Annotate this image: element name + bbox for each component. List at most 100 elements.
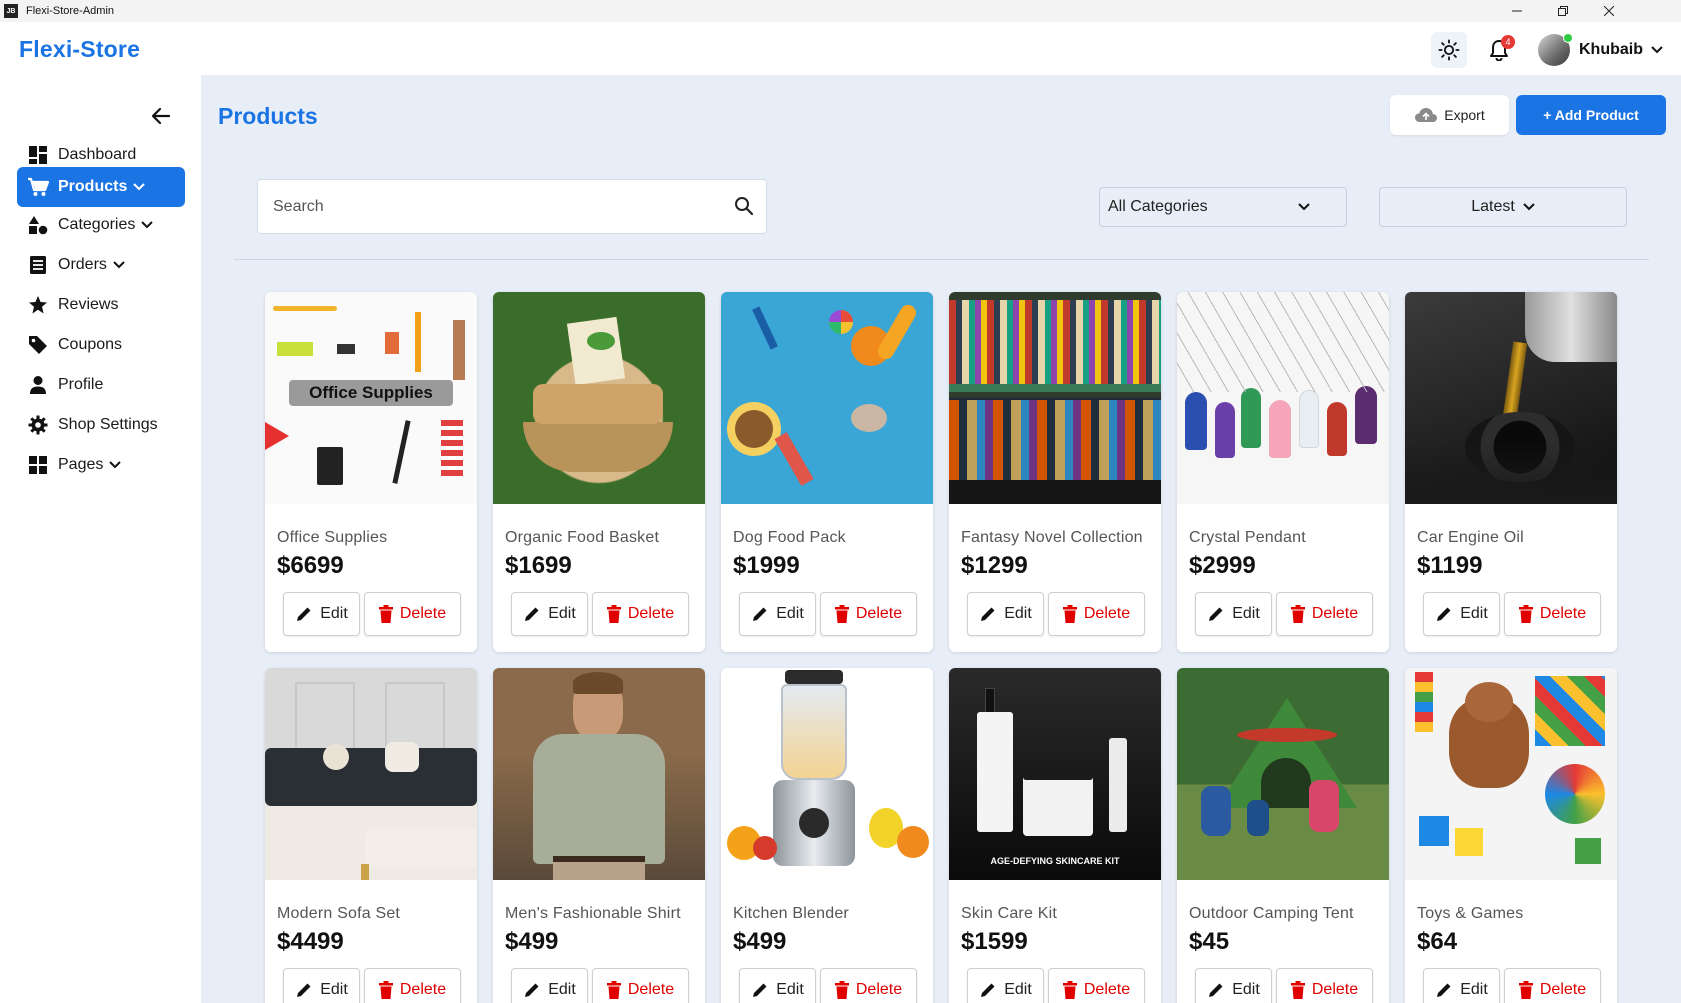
theme-toggle-button[interactable] [1431,32,1467,68]
delete-button[interactable]: Delete [592,592,689,636]
delete-label: Delete [1083,605,1131,622]
edit-label: Edit [320,981,348,998]
product-image[interactable] [721,292,933,504]
product-image[interactable] [721,668,933,880]
delete-button[interactable]: Delete [1276,968,1373,1003]
sort-select[interactable]: Latest [1379,187,1627,227]
delete-button[interactable]: Delete [820,592,917,636]
edit-button[interactable]: Edit [1195,592,1272,636]
sun-icon [1438,39,1460,61]
brand-logo[interactable]: Flexi-Store [19,36,140,63]
product-image[interactable] [493,668,705,880]
sidebar-item-shop-settings[interactable]: Shop Settings [17,405,185,445]
product-price: $499 [505,928,559,955]
sidebar-item-orders[interactable]: Orders [17,245,185,285]
search-input[interactable] [258,197,718,216]
add-product-button[interactable]: + Add Product [1516,95,1666,135]
chevron-down-icon [141,221,154,229]
product-image[interactable]: AGE-DEFYING SKINCARE KIT [949,668,1161,880]
edit-button[interactable]: Edit [739,968,816,1003]
edit-button[interactable]: Edit [511,968,588,1003]
close-button[interactable] [1586,0,1632,22]
pencil-icon [979,981,997,999]
delete-button[interactable]: Delete [1276,592,1373,636]
product-price: $4499 [277,928,344,955]
edit-button[interactable]: Edit [739,592,816,636]
pencil-icon [1435,605,1453,623]
delete-button[interactable]: Delete [592,968,689,1003]
maximize-button[interactable] [1540,0,1586,22]
sidebar-item-profile[interactable]: Profile [17,365,185,405]
product-image[interactable] [949,292,1161,504]
main-content: Products Export + Add Product All Catego… [201,75,1681,1003]
product-name: Skin Care Kit [961,905,1057,922]
edit-button[interactable]: Edit [283,592,360,636]
edit-button[interactable]: Edit [967,592,1044,636]
notification-badge: 4 [1501,35,1515,49]
edit-label: Edit [776,605,804,622]
product-name: Office Supplies [277,529,388,546]
delete-button[interactable]: Delete [820,968,917,1003]
product-name: Car Engine Oil [1417,529,1524,546]
delete-button[interactable]: Delete [1504,968,1601,1003]
product-name: Modern Sofa Set [277,905,401,922]
collapse-sidebar-button[interactable] [148,103,174,129]
product-image[interactable] [1177,668,1389,880]
delete-button[interactable]: Delete [1504,592,1601,636]
product-image[interactable]: Office Supplies [265,292,477,504]
dashboard-icon [27,144,49,166]
search-icon[interactable] [734,196,754,221]
trash-icon [606,605,621,623]
chevron-down-icon [1298,203,1310,211]
product-image[interactable] [493,292,705,504]
divider [234,259,1649,260]
product-card: Organic Food Basket $1699 Edit Delete [493,292,705,652]
delete-button[interactable]: Delete [364,592,461,636]
edit-button[interactable]: Edit [967,968,1044,1003]
trash-icon [378,981,393,999]
sidebar-item-label: Pages [58,456,104,473]
pencil-icon [523,981,541,999]
pencil-icon [1207,605,1225,623]
avatar [1538,33,1573,66]
category-filter-select[interactable]: All Categories [1099,187,1347,227]
star-icon [27,294,49,316]
edit-label: Edit [548,981,576,998]
product-image[interactable] [1405,292,1617,504]
user-menu[interactable]: Khubaib [1538,32,1663,68]
product-image[interactable] [1177,292,1389,504]
cloud-upload-icon [1414,107,1438,123]
edit-button[interactable]: Edit [283,968,360,1003]
product-image[interactable] [265,668,477,880]
window-titlebar: JB Flexi-Store-Admin [0,0,1681,22]
delete-label: Delete [1311,605,1359,622]
sidebar-item-coupons[interactable]: Coupons [17,325,185,365]
delete-button[interactable]: Delete [1048,968,1145,1003]
delete-label: Delete [627,605,675,622]
trash-icon [834,605,849,623]
minimize-button[interactable] [1494,0,1540,22]
product-card: Office Supplies Office Supplies $6699 Ed… [265,292,477,652]
pages-icon [27,454,49,476]
product-name: Organic Food Basket [505,529,660,546]
notifications-button[interactable]: 4 [1481,32,1517,68]
edit-button[interactable]: Edit [1423,968,1500,1003]
edit-label: Edit [1004,605,1032,622]
export-button[interactable]: Export [1390,95,1509,135]
close-icon [1604,6,1614,16]
sidebar-item-reviews[interactable]: Reviews [17,285,185,325]
trash-icon [1518,981,1533,999]
page-title: Products [218,103,318,129]
delete-button[interactable]: Delete [1048,592,1145,636]
delete-button[interactable]: Delete [364,968,461,1003]
edit-button[interactable]: Edit [511,592,588,636]
edit-label: Edit [1004,981,1032,998]
product-name: Toys & Games [1417,905,1524,922]
sidebar-item-categories[interactable]: Categories [17,205,185,245]
product-image[interactable] [1405,668,1617,880]
edit-button[interactable]: Edit [1423,592,1500,636]
sidebar-item-products[interactable]: Products [17,167,185,207]
edit-button[interactable]: Edit [1195,968,1272,1003]
pencil-icon [295,605,313,623]
sidebar-item-pages[interactable]: Pages [17,445,185,485]
